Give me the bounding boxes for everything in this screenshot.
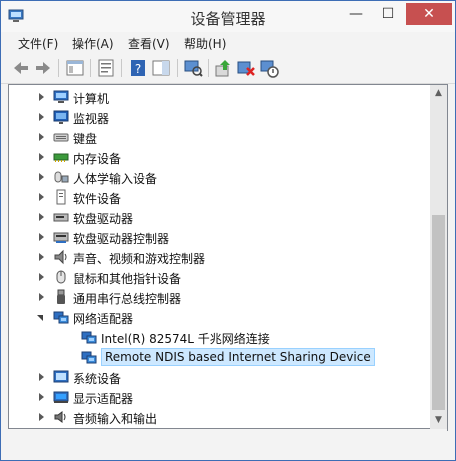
tree-item[interactable]: 计算机 (9, 87, 431, 107)
expand-arrow-icon[interactable] (39, 233, 44, 241)
device-manager-window: 设备管理器 — ☐ ✕ 文件(F) 操作(A) 查看(V) 帮助(H) ? 计算… (0, 0, 456, 461)
tree-item[interactable]: 人体学输入设备 (9, 167, 431, 187)
tree-item[interactable]: 网络适配器 (9, 307, 431, 327)
audio-io-icon (54, 411, 66, 423)
expand-arrow-icon[interactable] (39, 193, 44, 201)
tree-item-label: Remote NDIS based Internet Sharing Devic… (101, 348, 375, 366)
network-adapter-icon (53, 311, 69, 324)
help-icon[interactable]: ? (128, 58, 148, 78)
tree-item[interactable]: 软件设备 (9, 187, 431, 207)
scan-hardware-icon[interactable] (183, 58, 203, 78)
menu-view[interactable]: 查看(V) (128, 35, 170, 52)
scroll-up-arrow[interactable]: ▲ (430, 85, 447, 102)
tree-item-label: 音频输入和输出 (73, 412, 158, 426)
menu-help[interactable]: 帮助(H) (184, 35, 226, 52)
expand-arrow-icon[interactable] (39, 373, 44, 381)
tree-item-label: 人体学输入设备 (73, 172, 158, 186)
tree-item-label: 计算机 (73, 92, 110, 106)
expand-arrow-icon[interactable] (39, 133, 44, 141)
system-device-icon (53, 370, 69, 383)
tree-item[interactable]: 显示适配器 (9, 387, 431, 407)
memory-icon (53, 153, 69, 162)
expand-arrow-icon[interactable] (39, 413, 44, 421)
vertical-scrollbar[interactable]: ▲ ▼ (430, 84, 448, 431)
expand-arrow-icon[interactable] (39, 113, 44, 121)
tree-item[interactable]: 通用串行总线控制器 (9, 287, 431, 307)
tree-item-label: 监视器 (73, 112, 110, 126)
display-adapter-icon (53, 391, 69, 403)
tree-item[interactable]: Remote NDIS based Internet Sharing Devic… (9, 347, 431, 367)
device-tree[interactable]: 计算机监视器键盘内存设备人体学输入设备 软件设备软盘驱动器软盘驱动器控制器声音、视… (8, 84, 432, 429)
expand-arrow-icon[interactable] (39, 393, 44, 401)
monitor-icon (53, 110, 69, 124)
tree-item[interactable]: 监视器 (9, 107, 431, 127)
tree-item[interactable]: 软盘驱动器 (9, 207, 431, 227)
scroll-thumb[interactable] (432, 215, 445, 410)
expand-arrow-icon[interactable] (39, 293, 44, 301)
tree-item-label: 声音、视频和游戏控制器 (73, 252, 206, 266)
tree-item[interactable]: 鼠标和其他指针设备 (9, 267, 431, 287)
menu-file[interactable]: 文件(F) (18, 35, 58, 52)
network-adapter-icon (81, 351, 97, 364)
disable-device-icon[interactable] (259, 58, 279, 78)
expand-arrow-icon[interactable] (39, 213, 44, 221)
menu-bar: 文件(F) 操作(A) 查看(V) 帮助(H) (1, 32, 455, 54)
tree-item[interactable]: 键盘 (9, 127, 431, 147)
toolbar: ? (1, 54, 455, 84)
tree-item-label: 键盘 (73, 132, 98, 146)
action-pane-icon[interactable] (151, 58, 171, 78)
floppy-controller-icon (53, 232, 69, 243)
tree-item[interactable]: Intel(R) 82574L 千兆网络连接 (9, 327, 431, 347)
tree-item[interactable]: 内存设备 (9, 147, 431, 167)
show-hide-console-tree-icon[interactable] (65, 58, 85, 78)
mouse-icon (56, 270, 66, 284)
toolbar-separator (90, 59, 91, 77)
software-device-icon (56, 189, 66, 205)
tree-item-label: 显示适配器 (73, 392, 134, 406)
expand-arrow-icon[interactable] (39, 153, 44, 161)
close-button[interactable]: ✕ (406, 3, 452, 25)
tree-item-label: 通用串行总线控制器 (73, 292, 182, 306)
toolbar-separator (121, 59, 122, 77)
back-icon[interactable] (11, 58, 31, 78)
usb-icon (57, 289, 65, 304)
tree-item[interactable]: 音频输入和输出 (9, 407, 431, 427)
tree-item-label: 内存设备 (73, 152, 122, 166)
tree-item-label: 软盘驱动器控制器 (73, 232, 170, 246)
uninstall-device-icon[interactable] (236, 58, 256, 78)
tree-item[interactable]: 声音、视频和游戏控制器 (9, 247, 431, 267)
toolbar-separator (177, 59, 178, 77)
svg-text:?: ? (135, 62, 141, 76)
tree-item[interactable]: 系统设备 (9, 367, 431, 387)
toolbar-separator (208, 59, 209, 77)
collapse-arrow-icon[interactable] (37, 315, 43, 321)
update-driver-icon[interactable] (213, 58, 233, 78)
scroll-down-arrow[interactable]: ▼ (430, 412, 447, 429)
tree-item-label: 网络适配器 (73, 312, 134, 326)
floppy-drive-icon (53, 213, 69, 222)
menu-action[interactable]: 操作(A) (72, 35, 114, 52)
status-bar (8, 429, 447, 451)
maximize-button[interactable]: ☐ (373, 3, 403, 25)
tree-item-label: 系统设备 (73, 372, 122, 386)
expand-arrow-icon[interactable] (39, 253, 44, 261)
computer-icon (53, 90, 69, 103)
forward-icon[interactable] (33, 58, 53, 78)
minimize-button[interactable]: — (341, 3, 371, 25)
network-adapter-icon (81, 331, 97, 344)
expand-arrow-icon[interactable] (39, 273, 44, 281)
tree-item-label: 软件设备 (73, 192, 122, 206)
tree-item-label: 软盘驱动器 (73, 212, 134, 226)
properties-icon[interactable] (96, 58, 116, 78)
tree-item-label: Intel(R) 82574L 千兆网络连接 (101, 332, 270, 346)
toolbar-separator (58, 59, 59, 77)
tree-item-label: 鼠标和其他指针设备 (73, 272, 182, 286)
title-bar: 设备管理器 — ☐ ✕ (1, 1, 455, 32)
hid-icon (54, 171, 69, 183)
speaker-icon (54, 249, 67, 265)
tree-item[interactable]: 软盘驱动器控制器 (9, 227, 431, 247)
keyboard-icon (53, 133, 69, 142)
expand-arrow-icon[interactable] (39, 93, 44, 101)
expand-arrow-icon[interactable] (39, 173, 44, 181)
